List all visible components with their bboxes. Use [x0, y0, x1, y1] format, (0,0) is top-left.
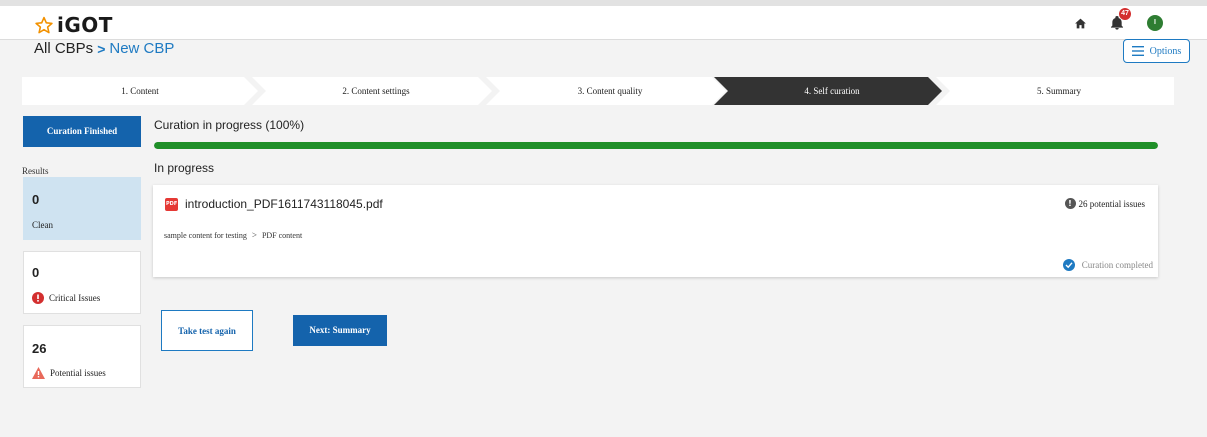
progress-title: Curation in progress (100%) [154, 118, 305, 132]
menu-icon [1131, 46, 1144, 56]
status-heading: In progress [154, 161, 215, 175]
error-icon [32, 292, 44, 304]
potential-label: Potential issues [32, 367, 106, 379]
file-path-separator: > [251, 230, 257, 240]
clean-card[interactable]: 0 Clean [23, 177, 141, 240]
breadcrumb-root[interactable]: All CBPs [34, 40, 93, 57]
logo-text: iGOT [57, 13, 113, 37]
step-3-label: 3. Content quality [577, 86, 643, 96]
critical-label-text: Critical Issues [49, 293, 101, 303]
stepper: 1. Content 2. Content settings 3. Conten… [22, 77, 1174, 105]
notifications[interactable]: 47 [1109, 8, 1131, 32]
clean-label-text: Clean [32, 220, 53, 230]
file-name-row: introduction_PDF1611743118045.pdf [165, 197, 383, 211]
take-test-again-button[interactable]: Take test again [161, 310, 253, 351]
potential-card[interactable]: 26 Potential issues [23, 325, 141, 388]
top-icons: 47 I [1074, 8, 1163, 32]
breadcrumb-current: New CBP [109, 40, 175, 57]
critical-label: Critical Issues [32, 292, 100, 304]
progress-fill [154, 142, 1158, 149]
star-outline-icon [35, 16, 53, 33]
step-1-label: 1. Content [121, 86, 159, 96]
home-icon[interactable] [1074, 17, 1087, 30]
curation-finished-button[interactable]: Curation Finished [23, 116, 141, 147]
curation-status-text: Curation completed [1081, 260, 1153, 270]
critical-card[interactable]: 0 Critical Issues [23, 251, 141, 314]
results-label: Results [22, 166, 49, 176]
file-name[interactable]: introduction_PDF1611743118045.pdf [185, 197, 383, 211]
critical-count: 0 [32, 265, 40, 280]
potential-count: 26 [32, 341, 47, 356]
curation-status: Curation completed [1062, 259, 1153, 271]
potential-issues-tag: ! 26 potential issues [1064, 198, 1146, 209]
check-circle-icon [1062, 259, 1075, 271]
potential-issues-text: 26 potential issues [1078, 198, 1146, 209]
notification-badge: 47 [1119, 8, 1131, 20]
step-2-label: 2. Content settings [342, 86, 410, 96]
warning-icon [32, 367, 45, 379]
progress-bar [154, 142, 1158, 149]
file-card[interactable]: introduction_PDF1611743118045.pdf ! 26 p… [153, 185, 1158, 277]
file-path: sample content for testing > PDF content [164, 230, 302, 240]
top-bar: iGOT 47 I [0, 0, 1207, 40]
info-icon: ! [1064, 198, 1076, 209]
step-4-label: 4. Self curation [804, 86, 860, 96]
breadcrumb: All CBPs > New CBP [34, 40, 174, 57]
logo[interactable]: iGOT [34, 13, 113, 37]
clean-label: Clean [32, 220, 53, 230]
potential-label-text: Potential issues [50, 368, 106, 378]
avatar[interactable]: I [1147, 15, 1163, 31]
file-path-part2: PDF content [261, 230, 303, 240]
options-button[interactable]: Options [1123, 39, 1190, 63]
options-label: Options [1149, 45, 1182, 57]
breadcrumb-separator: > [97, 40, 106, 57]
pdf-icon [165, 197, 178, 211]
step-5-label: 5. Summary [1037, 86, 1081, 96]
clean-count: 0 [32, 192, 40, 207]
file-path-part1: sample content for testing [164, 230, 247, 240]
next-summary-button[interactable]: Next: Summary [293, 315, 387, 346]
